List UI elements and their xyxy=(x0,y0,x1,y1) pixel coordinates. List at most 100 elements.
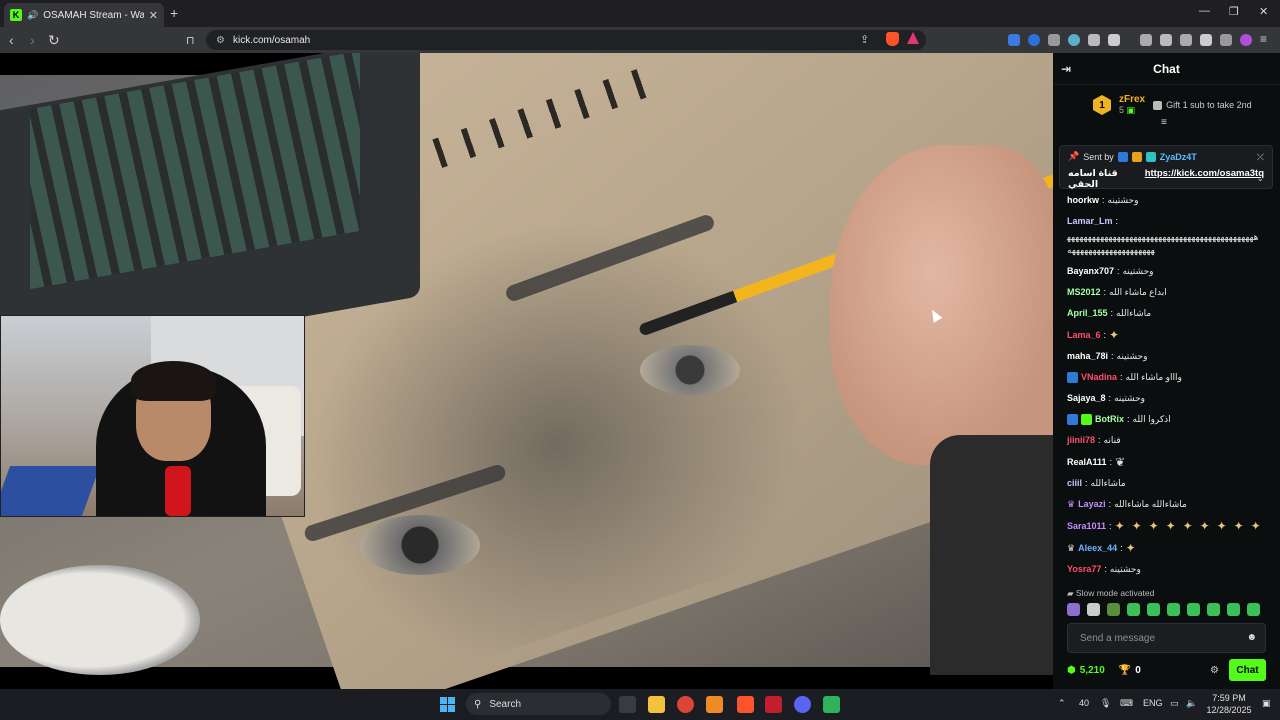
emote-icon[interactable] xyxy=(1187,603,1200,616)
keyboard-icon[interactable]: ⌨ xyxy=(1120,698,1133,709)
chat-message: ♛ Layazi: ماشاءالله ماشاءالله xyxy=(1067,498,1187,511)
tab-title: OSAMAH Stream - Watch Live xyxy=(43,9,144,21)
wallet-icon[interactable] xyxy=(1180,34,1192,46)
chat-username[interactable]: Sajaya_8 xyxy=(1067,392,1106,405)
chat-username[interactable]: Lamar_Lm xyxy=(1067,215,1113,228)
share-icon[interactable]: ⇪ xyxy=(860,33,869,46)
reload-icon[interactable]: ↻ xyxy=(48,32,60,49)
brave-browser-icon[interactable] xyxy=(737,696,754,713)
emote-icon[interactable] xyxy=(1067,603,1080,616)
brave-rewards-icon[interactable] xyxy=(907,32,919,44)
chat-settings-icon[interactable]: ⚙ xyxy=(1210,665,1219,676)
emote-icon[interactable] xyxy=(1087,603,1100,616)
collapse-chat-icon[interactable]: ⇥ xyxy=(1061,62,1071,76)
trophy-icon[interactable]: 🏆 xyxy=(1119,665,1131,676)
pinned-sender[interactable]: ZyaDz4T xyxy=(1160,152,1197,162)
extension-icon[interactable] xyxy=(1108,34,1120,46)
chat-message-input[interactable] xyxy=(1068,624,1238,652)
bookmark-icon[interactable]: ⊓ xyxy=(186,34,195,47)
chat-username[interactable]: ciiil xyxy=(1067,477,1082,490)
notification-icon[interactable]: ▣ xyxy=(1262,698,1271,709)
media-icon[interactable] xyxy=(1140,34,1152,46)
profile-icon[interactable] xyxy=(1240,34,1252,46)
chat-message: Yosra77: وحشتينه xyxy=(1067,563,1141,576)
app-icon[interactable] xyxy=(765,696,782,713)
taskbar-search[interactable]: ⚲ Search xyxy=(466,693,611,715)
channel-points-icon[interactable]: ⬢ xyxy=(1067,665,1076,676)
forward-icon[interactable]: › xyxy=(30,32,35,48)
vpn-icon[interactable] xyxy=(1220,34,1232,46)
leo-ai-icon[interactable] xyxy=(1200,34,1212,46)
gift-sub-prompt[interactable]: Gift 1 sub to take 2nd xyxy=(1153,100,1252,110)
chat-username[interactable]: Bayanx707 xyxy=(1067,265,1114,278)
filter-icon[interactable]: ≡ xyxy=(1161,117,1167,128)
language-indicator[interactable]: ENG xyxy=(1143,698,1163,708)
sidebar-icon[interactable] xyxy=(1160,34,1172,46)
emote-icon[interactable] xyxy=(1167,603,1180,616)
search-icon: ⚲ xyxy=(474,698,482,710)
chat-message: RealA111: ❦ xyxy=(1067,455,1266,469)
extension-icon[interactable] xyxy=(1008,34,1020,46)
volume-icon[interactable]: 🔈 xyxy=(1186,698,1197,709)
chat-username[interactable]: Layazi xyxy=(1078,498,1106,511)
network-icon[interactable]: ▭ xyxy=(1170,698,1179,709)
minimize-icon[interactable]: — xyxy=(1199,5,1210,17)
site-info-icon[interactable]: ⚙ xyxy=(216,35,225,46)
butterfly-emote-icon: ✦ xyxy=(1199,519,1210,533)
chat-username[interactable]: Sara1011 xyxy=(1067,520,1106,533)
weather-value[interactable]: 40 xyxy=(1079,698,1089,708)
emoji-picker-icon[interactable]: ☻ xyxy=(1246,632,1257,643)
extensions-puzzle-icon[interactable] xyxy=(1088,34,1100,46)
shield-extension-icon[interactable] xyxy=(1048,34,1060,46)
chat-text: اذكروا الله xyxy=(1132,414,1171,424)
emote-icon[interactable] xyxy=(1107,603,1120,616)
browser-tab[interactable]: K 🔊 OSAMAH Stream - Watch Live ✕ xyxy=(4,3,164,27)
chat-username[interactable]: Yosra77 xyxy=(1067,563,1101,576)
chat-username[interactable]: BotRix xyxy=(1095,413,1124,426)
task-view-icon[interactable] xyxy=(619,696,636,713)
butterfly-emote-icon: ✦ xyxy=(1114,519,1125,533)
file-explorer-icon[interactable] xyxy=(648,696,665,713)
chat-username[interactable]: jiinii78 xyxy=(1067,434,1095,447)
extension-icon[interactable] xyxy=(1068,34,1080,46)
chrome-icon[interactable] xyxy=(677,696,694,713)
url-field[interactable]: ⚙ kick.com/osamah xyxy=(206,30,926,50)
chat-username[interactable]: April_155 xyxy=(1067,307,1108,320)
system-clock[interactable]: 7:59 PM 12/28/2025 xyxy=(1206,692,1252,716)
chat-username[interactable]: Lama_6 xyxy=(1067,329,1101,342)
close-window-icon[interactable]: ✕ xyxy=(1259,5,1268,18)
discord-icon[interactable] xyxy=(794,696,811,713)
chat-message: VNadina: واااو ماشاء الله xyxy=(1067,371,1266,384)
new-tab-icon[interactable]: + xyxy=(170,5,178,21)
chat-message: ♛ Aleex_44: ✦ xyxy=(1067,541,1266,555)
tray-overflow-icon[interactable]: ⌃ xyxy=(1058,698,1066,709)
chat-username[interactable]: MS2012 xyxy=(1067,286,1101,299)
video-player[interactable] xyxy=(0,53,1053,689)
back-icon[interactable]: ‹ xyxy=(9,32,14,48)
chevron-down-icon[interactable]: ⌄ xyxy=(1256,173,1264,184)
pinned-link[interactable]: https://kick.com/osama3tq xyxy=(1145,168,1264,190)
chat-username[interactable]: Aleex_44 xyxy=(1078,542,1117,555)
emote-icon[interactable] xyxy=(1207,603,1220,616)
audio-playing-icon[interactable]: 🔊 xyxy=(27,10,38,21)
chat-username[interactable]: RealA111 xyxy=(1067,456,1107,469)
close-tab-icon[interactable]: ✕ xyxy=(149,9,158,22)
emote-icon[interactable] xyxy=(1227,603,1240,616)
leader-name[interactable]: zFrex xyxy=(1119,94,1145,105)
send-chat-button[interactable]: Chat xyxy=(1229,659,1266,681)
app-icon[interactable] xyxy=(823,696,840,713)
chat-username[interactable]: hoorkw xyxy=(1067,194,1099,207)
emote-icon[interactable] xyxy=(1247,603,1260,616)
emote-icon[interactable] xyxy=(1147,603,1160,616)
extension-icon[interactable] xyxy=(1028,34,1040,46)
microphone-icon[interactable]: 🎙 xyxy=(1100,698,1111,709)
maximize-icon[interactable]: ❐ xyxy=(1229,5,1239,18)
chat-username[interactable]: VNadina xyxy=(1081,371,1117,384)
emote-icon[interactable] xyxy=(1127,603,1140,616)
chat-username[interactable]: maha_78i xyxy=(1067,350,1108,363)
windows-start-icon[interactable] xyxy=(440,697,455,712)
app-icon[interactable] xyxy=(706,696,723,713)
menu-icon[interactable]: ≡ xyxy=(1260,32,1267,46)
brave-shields-icon[interactable] xyxy=(886,32,899,46)
unpin-icon[interactable]: ⤫ xyxy=(1257,152,1264,163)
